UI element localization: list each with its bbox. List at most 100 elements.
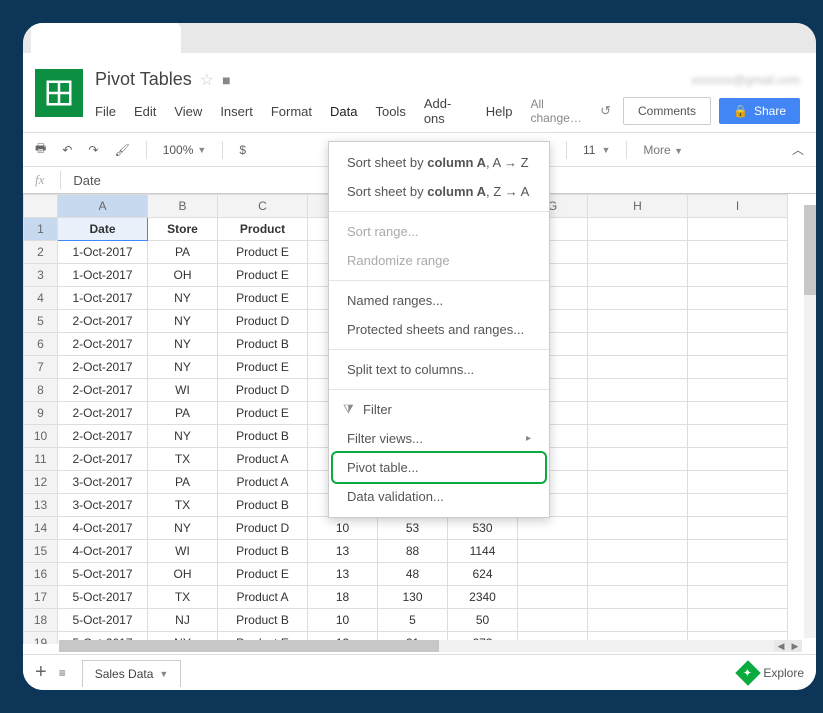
dd-filter-views[interactable]: Filter views... bbox=[329, 424, 549, 453]
cell[interactable] bbox=[688, 563, 788, 586]
row-hdr[interactable]: 19 bbox=[24, 632, 58, 645]
cell[interactable]: NY bbox=[148, 356, 218, 379]
cell[interactable]: 1-Oct-2017 bbox=[58, 241, 148, 264]
cell[interactable]: 5-Oct-2017 bbox=[58, 609, 148, 632]
cell[interactable] bbox=[688, 494, 788, 517]
cell[interactable]: OH bbox=[148, 563, 218, 586]
cell[interactable]: Product A bbox=[218, 448, 308, 471]
cell[interactable]: 530 bbox=[448, 517, 518, 540]
add-sheet-button[interactable]: + bbox=[35, 661, 47, 684]
cell[interactable]: PA bbox=[148, 402, 218, 425]
cell[interactable]: 5-Oct-2017 bbox=[58, 563, 148, 586]
cell[interactable]: 4-Oct-2017 bbox=[58, 517, 148, 540]
cell[interactable] bbox=[588, 264, 688, 287]
font-size-select[interactable]: 11▼ bbox=[583, 143, 610, 157]
print-icon[interactable]: 🖶 bbox=[35, 139, 46, 160]
cell[interactable] bbox=[588, 287, 688, 310]
cell[interactable] bbox=[688, 333, 788, 356]
cell[interactable]: NY bbox=[148, 425, 218, 448]
cell[interactable] bbox=[588, 241, 688, 264]
cell[interactable]: 3-Oct-2017 bbox=[58, 471, 148, 494]
row-hdr[interactable]: 14 bbox=[24, 517, 58, 540]
cell[interactable]: TX bbox=[148, 494, 218, 517]
cell[interactable]: 5-Oct-2017 bbox=[58, 586, 148, 609]
col-hdr-c[interactable]: C bbox=[218, 195, 308, 218]
cell[interactable]: Product A bbox=[218, 586, 308, 609]
col-hdr-i[interactable]: I bbox=[688, 195, 788, 218]
row-hdr[interactable]: 9 bbox=[24, 402, 58, 425]
cell[interactable]: 10 bbox=[308, 609, 378, 632]
comments-button[interactable]: Comments bbox=[623, 97, 711, 125]
row-hdr[interactable]: 6 bbox=[24, 333, 58, 356]
cell[interactable] bbox=[688, 218, 788, 241]
cell[interactable] bbox=[688, 310, 788, 333]
sheets-logo[interactable] bbox=[35, 69, 83, 117]
folder-icon[interactable]: ■ bbox=[222, 72, 230, 88]
corner-cell[interactable] bbox=[24, 195, 58, 218]
cell[interactable]: 2-Oct-2017 bbox=[58, 402, 148, 425]
row-hdr[interactable]: 8 bbox=[24, 379, 58, 402]
explore-button[interactable]: ✦ Explore bbox=[739, 664, 804, 682]
menu-help[interactable]: Help bbox=[486, 104, 513, 119]
menu-view[interactable]: View bbox=[174, 104, 202, 119]
cell[interactable]: 48 bbox=[378, 563, 448, 586]
cell[interactable]: 2-Oct-2017 bbox=[58, 356, 148, 379]
cell[interactable]: Product B bbox=[218, 425, 308, 448]
menu-format[interactable]: Format bbox=[271, 104, 312, 119]
menu-addons[interactable]: Add-ons bbox=[424, 96, 468, 126]
more-toolbar[interactable]: More ▼ bbox=[643, 143, 683, 157]
cell[interactable] bbox=[518, 540, 588, 563]
cell[interactable]: Product B bbox=[218, 494, 308, 517]
row-hdr[interactable]: 13 bbox=[24, 494, 58, 517]
currency-icon[interactable]: $ bbox=[239, 143, 246, 157]
paint-icon[interactable]: 🖌 bbox=[114, 143, 129, 157]
cell[interactable]: TX bbox=[148, 448, 218, 471]
cell[interactable] bbox=[688, 264, 788, 287]
cell[interactable] bbox=[688, 356, 788, 379]
row-hdr[interactable]: 18 bbox=[24, 609, 58, 632]
menu-file[interactable]: File bbox=[95, 104, 116, 119]
cell[interactable] bbox=[588, 517, 688, 540]
cell[interactable] bbox=[518, 609, 588, 632]
menu-tools[interactable]: Tools bbox=[375, 104, 405, 119]
scroll-thumb[interactable] bbox=[59, 640, 439, 652]
cell[interactable]: Date bbox=[58, 218, 148, 241]
col-hdr-b[interactable]: B bbox=[148, 195, 218, 218]
row-hdr[interactable]: 5 bbox=[24, 310, 58, 333]
cell[interactable] bbox=[518, 563, 588, 586]
cell[interactable]: Product E bbox=[218, 356, 308, 379]
cell[interactable]: 53 bbox=[378, 517, 448, 540]
cell[interactable] bbox=[688, 517, 788, 540]
cell[interactable] bbox=[688, 425, 788, 448]
dd-pivot-table[interactable]: Pivot table... bbox=[331, 451, 547, 484]
sheet-tab[interactable]: Sales Data▼ bbox=[82, 660, 182, 687]
cell[interactable]: 2-Oct-2017 bbox=[58, 310, 148, 333]
row-hdr[interactable]: 1 bbox=[24, 218, 58, 241]
cell[interactable]: Product B bbox=[218, 540, 308, 563]
cell[interactable]: Product B bbox=[218, 609, 308, 632]
cell[interactable]: NJ bbox=[148, 609, 218, 632]
cell[interactable]: Product D bbox=[218, 517, 308, 540]
row-hdr[interactable]: 3 bbox=[24, 264, 58, 287]
cell[interactable]: 50 bbox=[448, 609, 518, 632]
row-hdr[interactable]: 4 bbox=[24, 287, 58, 310]
browser-tab[interactable] bbox=[31, 23, 181, 53]
cell[interactable] bbox=[688, 471, 788, 494]
cell[interactable]: WI bbox=[148, 540, 218, 563]
dd-named-ranges[interactable]: Named ranges... bbox=[329, 286, 549, 315]
cell[interactable] bbox=[588, 218, 688, 241]
row-hdr[interactable]: 11 bbox=[24, 448, 58, 471]
all-sheets-button[interactable]: ≡ bbox=[59, 666, 66, 680]
cell[interactable]: 4-Oct-2017 bbox=[58, 540, 148, 563]
cell[interactable]: 1144 bbox=[448, 540, 518, 563]
cell[interactable]: Product E bbox=[218, 563, 308, 586]
cell[interactable]: 13 bbox=[308, 540, 378, 563]
cell[interactable]: Product E bbox=[218, 241, 308, 264]
cell[interactable] bbox=[588, 402, 688, 425]
cell[interactable] bbox=[588, 540, 688, 563]
cell[interactable]: Store bbox=[148, 218, 218, 241]
cell[interactable]: NY bbox=[148, 287, 218, 310]
cell[interactable] bbox=[588, 310, 688, 333]
dd-sort-az[interactable]: Sort sheet by column A, A → Z bbox=[329, 148, 549, 177]
cell[interactable]: 2-Oct-2017 bbox=[58, 333, 148, 356]
